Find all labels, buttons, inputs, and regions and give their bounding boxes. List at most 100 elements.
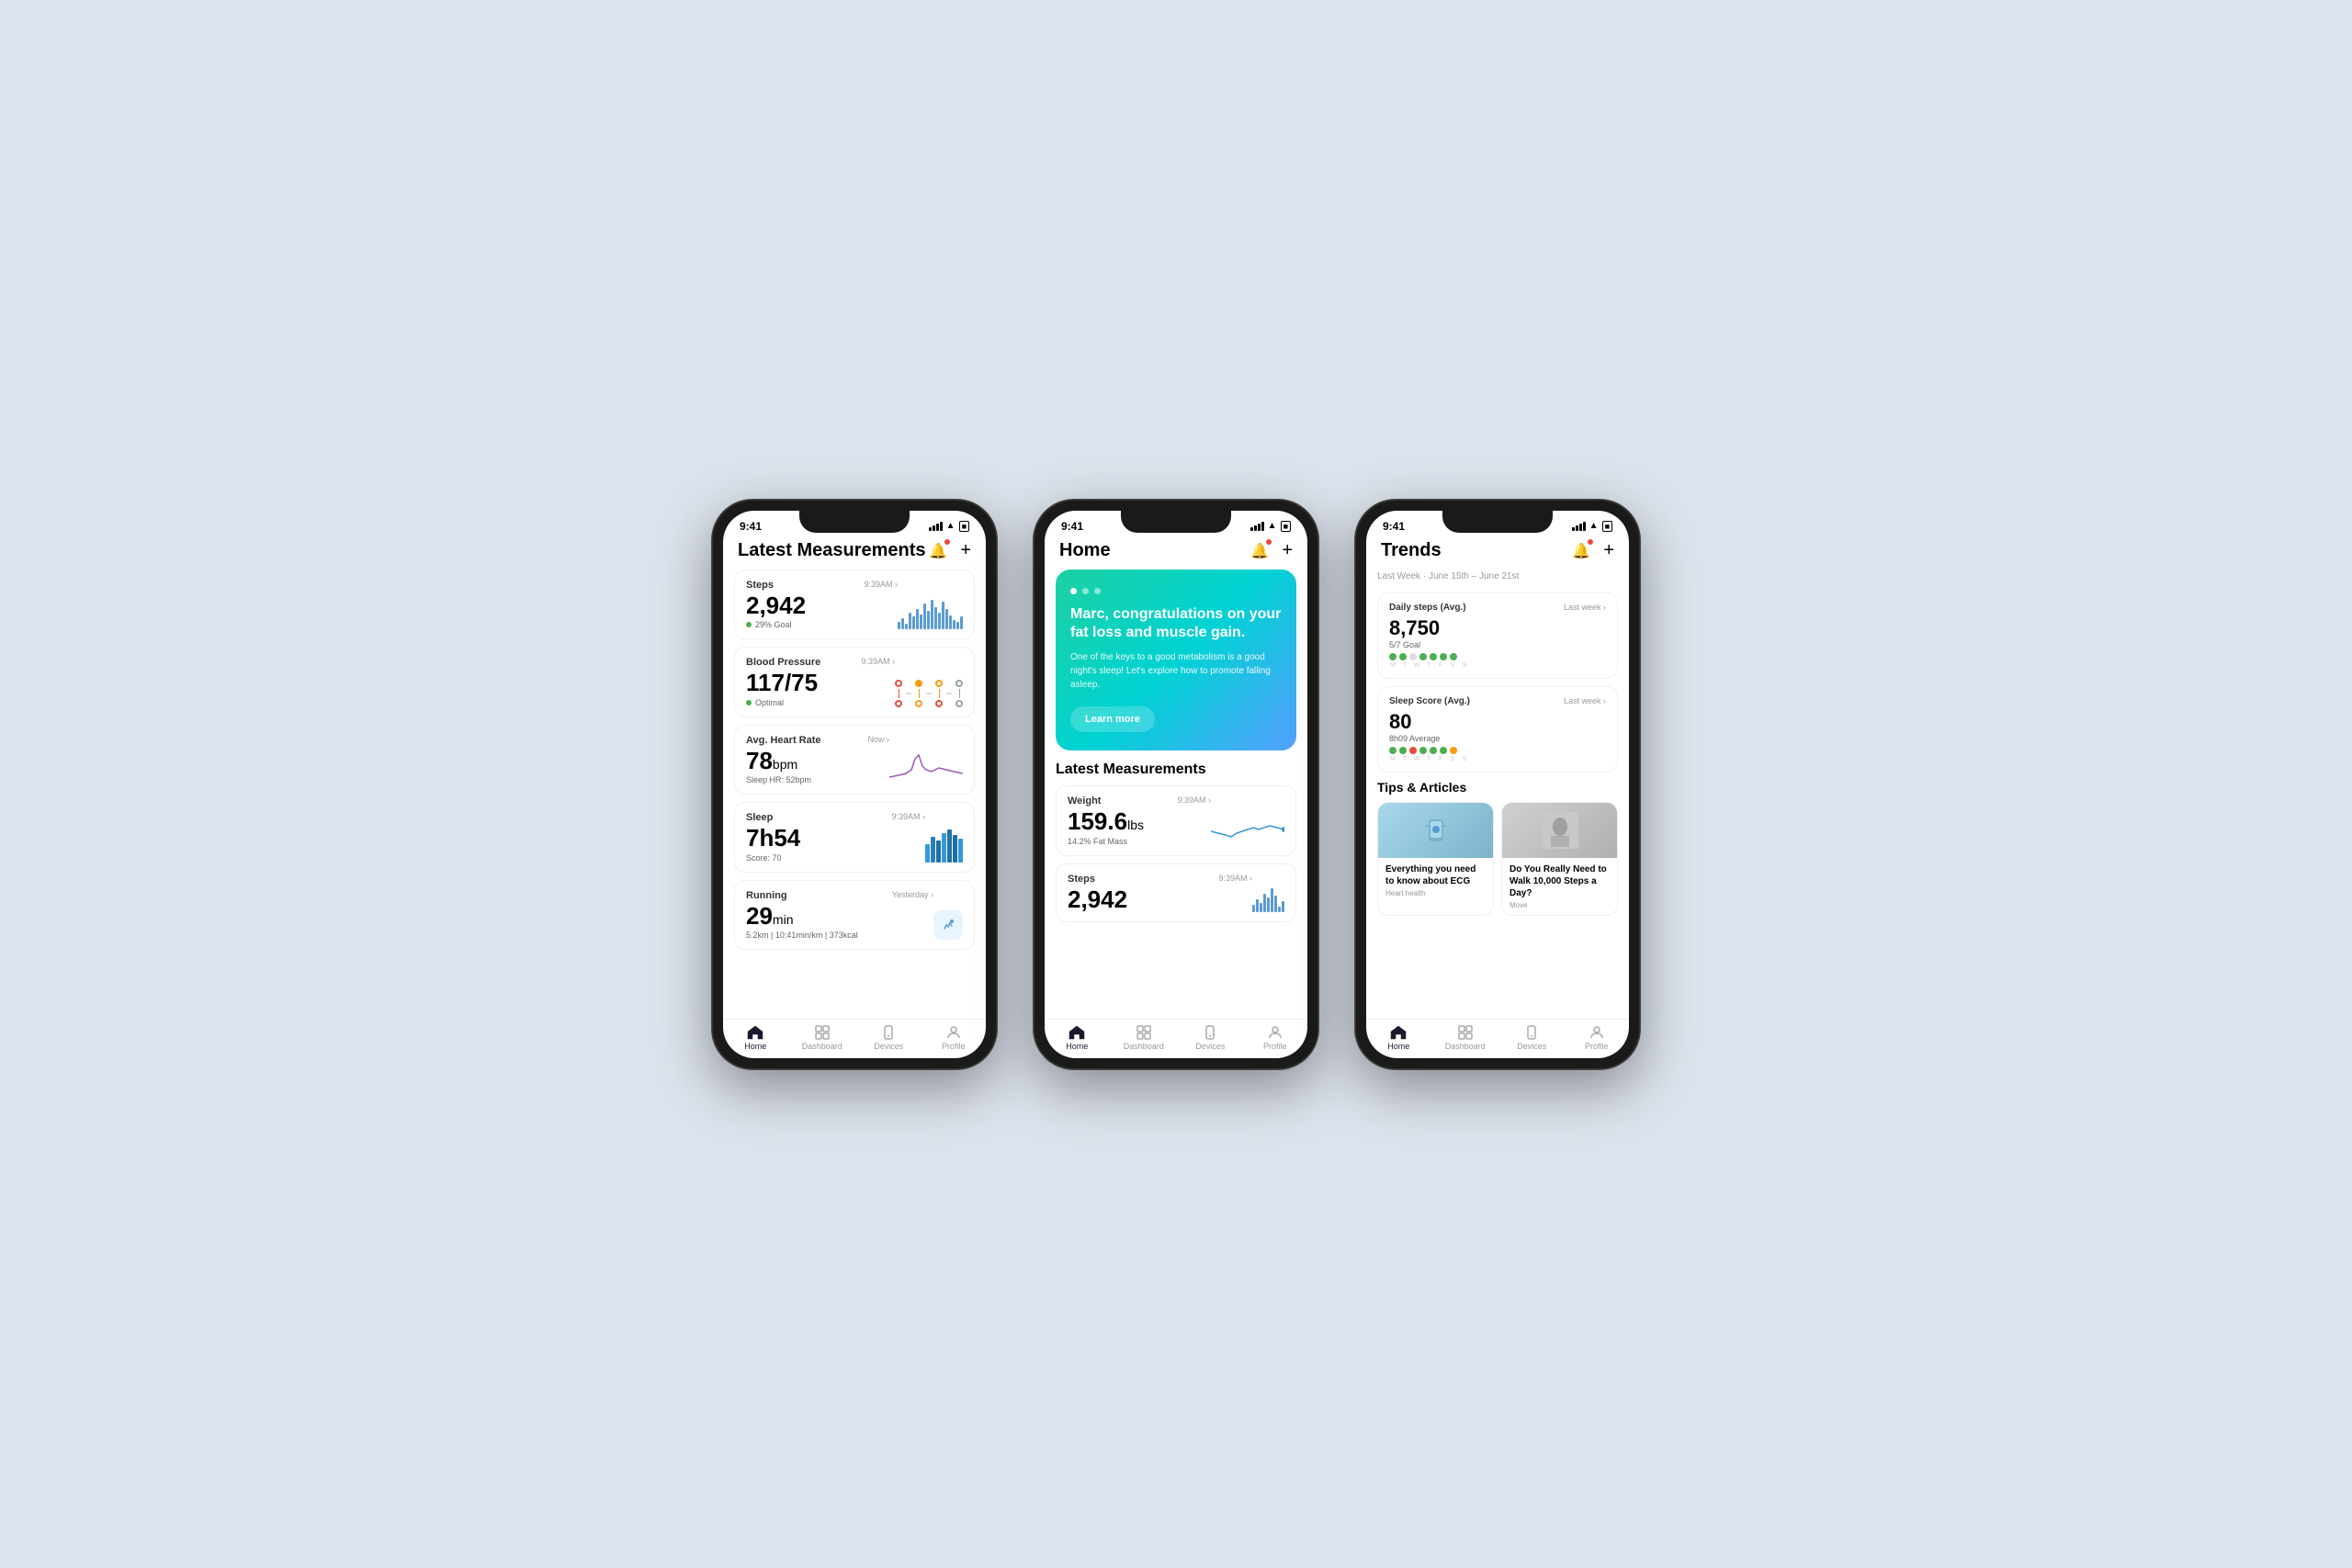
signal-icon-r	[1572, 522, 1586, 531]
nav-devices-right[interactable]: Devices	[1513, 1025, 1550, 1051]
bp-card[interactable]: Blood Pressure 9:39AM › 117/75 Optimal	[734, 647, 975, 717]
sleep-chart	[925, 829, 963, 863]
ecg-article-category: Heart health	[1385, 889, 1486, 897]
running-sub: 5.2km | 10:41min/km | 373kcal	[746, 931, 933, 940]
add-button-right[interactable]: +	[1603, 540, 1614, 561]
phone-middle: 9:41 ▲ ■ Home	[1034, 500, 1318, 1069]
sleep-title: Sleep	[746, 812, 773, 823]
bell-button-middle[interactable]: 🔔	[1249, 540, 1271, 562]
daily-steps-trend-card[interactable]: Daily steps (Avg.) Last week › 8,750 5/7…	[1377, 592, 1618, 679]
promo-card[interactable]: Marc, congratulations on your fat loss a…	[1056, 570, 1296, 751]
tips-title: Tips & Articles	[1377, 780, 1618, 795]
nav-dashboard-left[interactable]: Dashboard	[802, 1025, 842, 1051]
signal-icon	[929, 522, 943, 531]
weight-sub: 14.2% Fat Mass	[1068, 837, 1211, 846]
nav-home-right[interactable]: Home	[1380, 1025, 1417, 1051]
bell-button-left[interactable]: 🔔	[927, 540, 949, 562]
profile-icon-left	[946, 1025, 961, 1040]
status-icons-middle: ▲ ■	[1250, 521, 1291, 532]
promo-desc: One of the keys to a good metabolism is …	[1070, 650, 1282, 692]
sleep-score-dots	[1389, 747, 1606, 754]
promo-dot-3	[1094, 588, 1101, 594]
dashboard-icon-left	[815, 1025, 830, 1040]
nav-home-label-left: Home	[744, 1042, 766, 1051]
nav-home-middle[interactable]: Home	[1058, 1025, 1095, 1051]
promo-title: Marc, congratulations on your fat loss a…	[1070, 605, 1282, 644]
weight-title: Weight	[1068, 795, 1101, 807]
promo-dots	[1070, 588, 1282, 594]
hr-card[interactable]: Avg. Heart Rate Now › 78bpm Sleep HR: 52…	[734, 725, 975, 795]
profile-icon-middle	[1268, 1025, 1283, 1040]
nav-home-label-right: Home	[1387, 1042, 1409, 1051]
nav-profile-right[interactable]: Profile	[1578, 1025, 1615, 1051]
learn-more-button[interactable]: Learn more	[1070, 706, 1155, 732]
daily-steps-dots	[1389, 653, 1457, 660]
weight-card[interactable]: Weight 9:39AM › 159.6lbs 14.2% Fat Mass	[1056, 785, 1296, 856]
nav-profile-left[interactable]: Profile	[935, 1025, 972, 1051]
steps-time: 9:39AM ›	[864, 580, 898, 589]
sleep-value: 7h54	[746, 825, 925, 852]
nav-profile-label-left: Profile	[942, 1042, 966, 1051]
nav-home-left[interactable]: Home	[737, 1025, 774, 1051]
add-button-middle[interactable]: +	[1282, 540, 1293, 561]
nav-devices-left[interactable]: Devices	[870, 1025, 907, 1051]
promo-dot-2	[1082, 588, 1089, 594]
steps-value: 2,942	[746, 592, 898, 619]
content-left: Steps 9:39AM › 2,942 29% Goal	[723, 570, 986, 1019]
nav-devices-label-right: Devices	[1517, 1042, 1546, 1051]
screen-title-middle: Home	[1059, 540, 1111, 561]
hr-title: Avg. Heart Rate	[746, 735, 821, 746]
sleep-score-trend-card[interactable]: Sleep Score (Avg.) Last week › 80 8h09 A…	[1377, 686, 1618, 773]
battery-icon-m: ■	[1281, 521, 1291, 532]
screen-title-right: Trends	[1381, 540, 1442, 561]
nav-devices-middle[interactable]: Devices	[1192, 1025, 1228, 1051]
phone-screen-middle: 9:41 ▲ ■ Home	[1045, 511, 1307, 1058]
steps-article-card[interactable]: Do You Really Need to Walk 10,000 Steps …	[1501, 802, 1618, 916]
top-actions-right: 🔔 +	[1570, 540, 1614, 562]
daily-steps-days: M T W T F S S	[1389, 662, 1606, 669]
content-right: Last Week · June 15th – June 21st Daily …	[1366, 570, 1629, 1019]
dashboard-icon-right	[1458, 1025, 1473, 1040]
daily-steps-trend-link[interactable]: Last week ›	[1564, 603, 1606, 612]
status-bar-right: 9:41 ▲ ■	[1366, 511, 1629, 536]
steps-card-middle[interactable]: Steps 9:39AM › 2,942	[1056, 863, 1296, 923]
status-time-left: 9:41	[740, 520, 762, 533]
notification-dot-right	[1587, 538, 1594, 546]
top-bar-left: Latest Measurements 🔔 +	[723, 536, 986, 570]
daily-steps-trend-title: Daily steps (Avg.)	[1389, 603, 1466, 613]
bottom-nav-right: Home Dashboard	[1366, 1019, 1629, 1058]
bell-button-right[interactable]: 🔔	[1570, 540, 1592, 562]
screen-title-left: Latest Measurements	[738, 540, 926, 561]
status-time-right: 9:41	[1383, 520, 1405, 533]
nav-profile-middle[interactable]: Profile	[1257, 1025, 1294, 1051]
devices-icon-right	[1524, 1025, 1539, 1040]
sleep-score-trend-value: 80	[1389, 710, 1606, 734]
sleep-card[interactable]: Sleep 9:39AM › 7h54 Score: 70	[734, 802, 975, 873]
steps-chart-middle	[1252, 879, 1284, 912]
nav-dashboard-right[interactable]: Dashboard	[1445, 1025, 1486, 1051]
nav-profile-label-middle: Profile	[1263, 1042, 1287, 1051]
running-icon	[933, 910, 963, 940]
latest-measurements-title: Latest Measurements	[1056, 761, 1296, 778]
weight-time: 9:39AM ›	[1177, 795, 1211, 805]
phone-screen-right: 9:41 ▲ ■ Trends	[1366, 511, 1629, 1058]
add-button-left[interactable]: +	[960, 540, 971, 561]
steps-title-middle: Steps	[1068, 874, 1095, 885]
steps-time-middle: 9:39AM ›	[1218, 874, 1252, 883]
nav-dashboard-label-middle: Dashboard	[1124, 1042, 1164, 1051]
sleep-sub: Score: 70	[746, 853, 925, 863]
ecg-article-card[interactable]: Everything you need to know about ECG He…	[1377, 802, 1494, 916]
battery-icon: ■	[959, 521, 969, 532]
dashboard-icon-middle	[1136, 1025, 1151, 1040]
steps-card[interactable]: Steps 9:39AM › 2,942 29% Goal	[734, 570, 975, 640]
home-icon-right	[1390, 1025, 1407, 1040]
nav-devices-label-left: Devices	[874, 1042, 903, 1051]
status-bar-left: 9:41 ▲ ■	[723, 511, 986, 536]
status-icons-right: ▲ ■	[1572, 521, 1612, 532]
nav-dashboard-middle[interactable]: Dashboard	[1124, 1025, 1164, 1051]
steps-article-category: Move	[1510, 901, 1610, 909]
daily-steps-trend-sub: 5/7 Goal	[1389, 640, 1606, 649]
running-card[interactable]: Running Yesterday › 29min 5.2km | 10:41m…	[734, 880, 975, 951]
phones-container: 9:41 ▲ ■ Latest Measurements	[712, 500, 1640, 1069]
sleep-score-trend-link[interactable]: Last week ›	[1564, 696, 1606, 705]
